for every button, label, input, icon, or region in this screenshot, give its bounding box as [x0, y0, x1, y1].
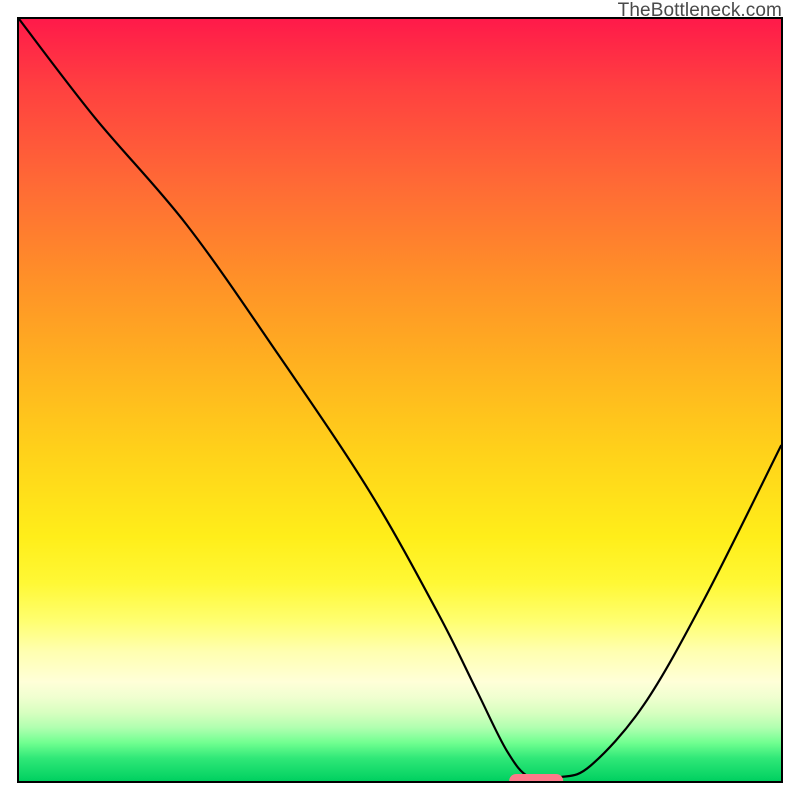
- bottleneck-curve-line: [19, 19, 781, 780]
- attribution-label: TheBottleneck.com: [618, 0, 782, 22]
- optimal-point-marker: [509, 774, 563, 783]
- curve-layer: [19, 19, 781, 781]
- bottleneck-chart: TheBottleneck.com: [0, 0, 800, 800]
- plot-area: [17, 17, 783, 783]
